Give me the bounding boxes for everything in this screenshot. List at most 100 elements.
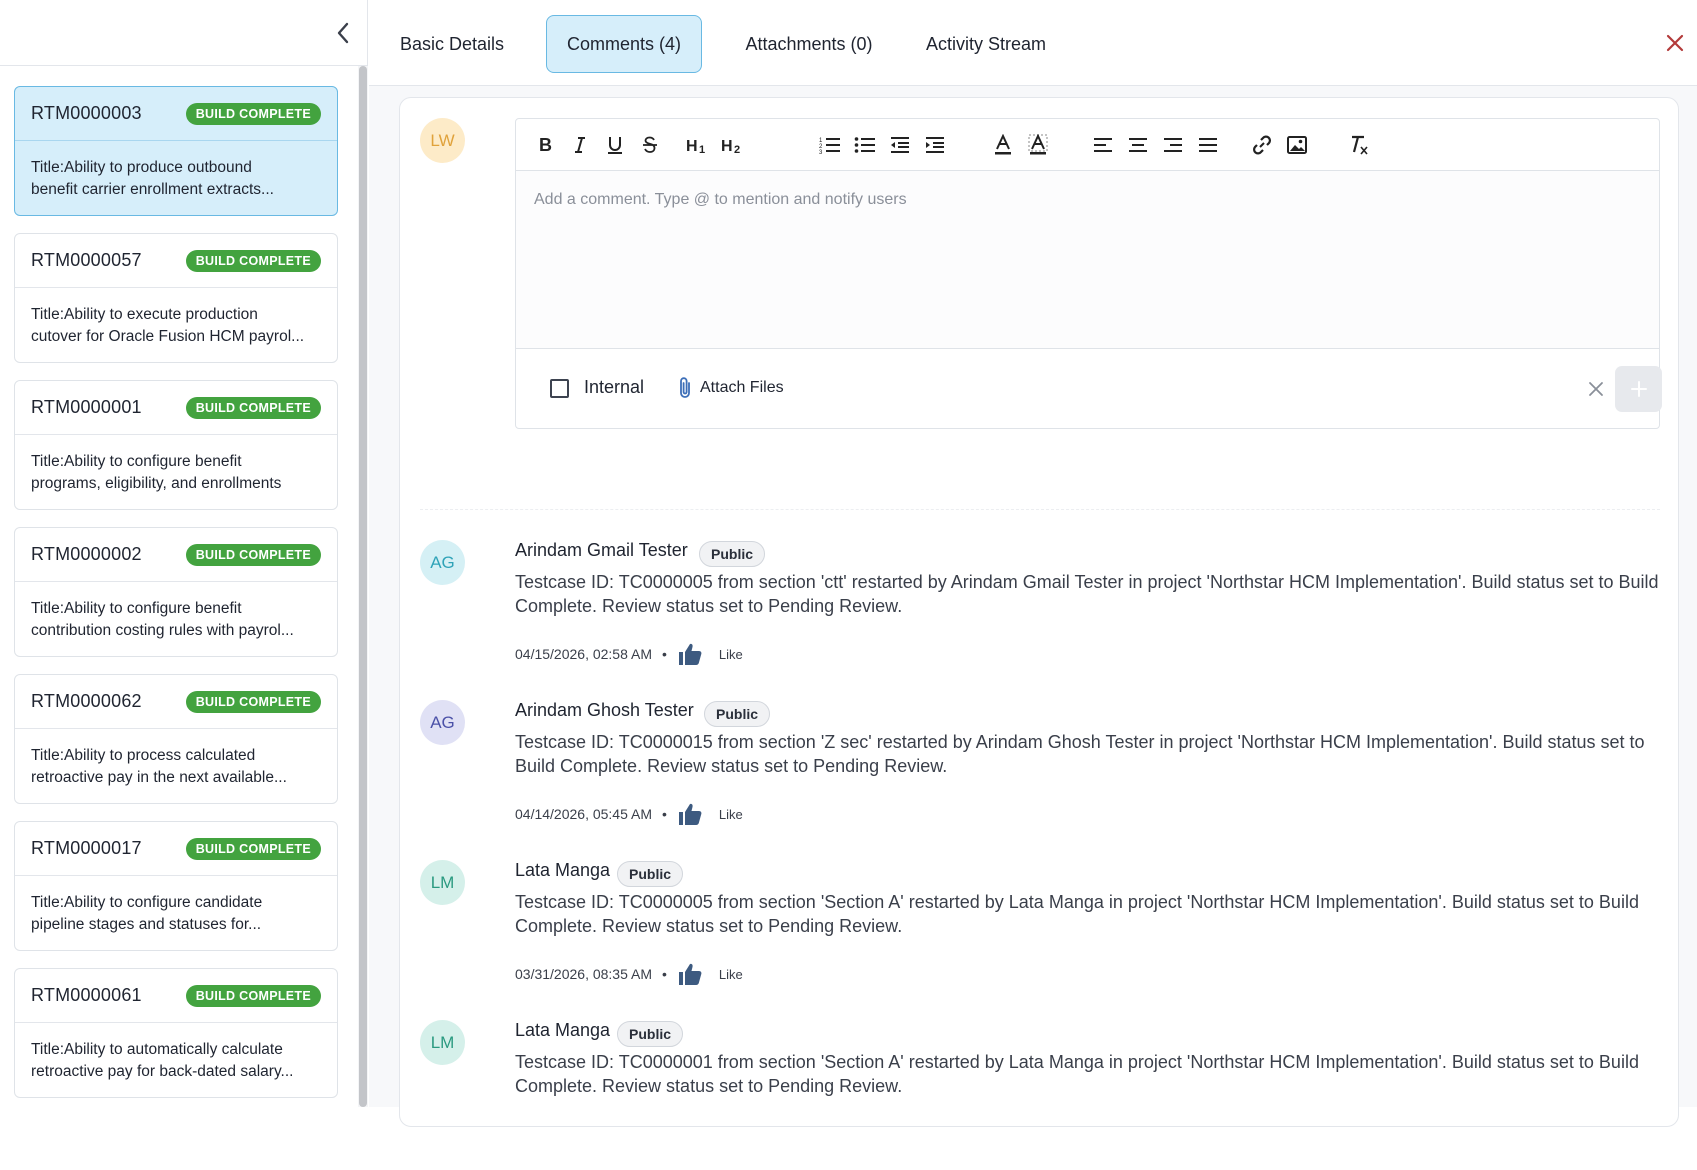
list-scrollbar-thumb[interactable]	[359, 66, 367, 1107]
avatar: AG	[420, 700, 465, 745]
card-title-line: Title:Ability to produce outbound	[31, 159, 252, 176]
bullet-list-button[interactable]	[852, 132, 878, 158]
visibility-badge: Public	[617, 861, 684, 887]
underline-button[interactable]	[602, 132, 628, 158]
status-badge: BUILD COMPLETE	[185, 690, 321, 713]
thumbs-up-icon[interactable]	[677, 962, 703, 986]
comment-item: AG Arindam Ghosh Tester Public Testcase …	[400, 700, 1680, 850]
heading2-icon: H2	[721, 138, 740, 155]
status-badge: BUILD COMPLETE	[185, 837, 321, 860]
card-header: RTM0000003 BUILD COMPLETE	[15, 87, 337, 141]
comment-item: LM Lata Manga Public Testcase ID: TC0000…	[400, 1020, 1680, 1170]
requirement-card[interactable]: RTM0000057 BUILD COMPLETE Title:Ability …	[14, 233, 338, 363]
card-title: Title:Ability to configure candidate pip…	[15, 876, 337, 936]
card-title-line: retroactive pay in the next available...	[31, 769, 287, 786]
discard-comment-button[interactable]	[1585, 378, 1607, 400]
requirement-card-list: RTM0000003 BUILD COMPLETE Title:Ability …	[0, 66, 356, 1107]
requirement-card[interactable]: RTM0000017 BUILD COMPLETE Title:Ability …	[14, 821, 338, 951]
like-button[interactable]: Like	[719, 807, 743, 822]
bold-button[interactable]: B	[532, 132, 558, 158]
close-panel-button[interactable]	[1661, 29, 1689, 57]
requirement-id: RTM0000061	[31, 985, 142, 1005]
tab-comments[interactable]: Comments (4)	[546, 15, 702, 73]
separator-dot: •	[662, 646, 667, 662]
collapse-panel-button[interactable]	[330, 20, 356, 46]
bold-icon: B	[539, 135, 552, 155]
svg-text:H: H	[721, 138, 733, 155]
strikethrough-button[interactable]	[637, 132, 663, 158]
comment-author: Lata Manga	[515, 860, 611, 880]
comment-text: Testcase ID: TC0000015 from section 'Z s…	[515, 732, 1645, 776]
clear-formatting-icon	[1352, 135, 1368, 155]
comment-item: LM Lata Manga Public Testcase ID: TC0000…	[400, 860, 1680, 1010]
italic-button[interactable]	[567, 132, 593, 158]
requirement-card[interactable]: RTM0000062 BUILD COMPLETE Title:Ability …	[14, 674, 338, 804]
heading1-icon: H1	[686, 138, 705, 155]
card-title: Title:Ability to process calculated retr…	[15, 729, 337, 789]
highlight-color-button[interactable]	[1025, 132, 1051, 158]
bullet-list-icon	[854, 137, 875, 153]
card-title-line: pipeline stages and statuses for...	[31, 916, 262, 933]
tab-basic-details[interactable]: Basic Details	[389, 15, 515, 73]
outdent-icon	[891, 137, 909, 153]
requirement-card[interactable]: RTM0000002 BUILD COMPLETE Title:Ability …	[14, 527, 338, 657]
comment-text: Testcase ID: TC0000005 from section 'ctt…	[515, 572, 1659, 616]
card-header: RTM0000001 BUILD COMPLETE	[15, 381, 337, 435]
svg-text:1: 1	[699, 144, 705, 155]
attach-files-button[interactable]: Attach Files	[700, 379, 784, 397]
status-badge: BUILD COMPLETE	[185, 984, 321, 1007]
like-button[interactable]: Like	[719, 967, 743, 982]
comment-item: AG Arindam Gmail Tester Public Testcase …	[400, 540, 1680, 690]
tab-activity-stream[interactable]: Activity Stream	[916, 15, 1056, 73]
comment-timestamp: 03/31/2026, 08:35 AM	[515, 966, 652, 982]
comment-text: Testcase ID: TC0000005 from section 'Sec…	[515, 892, 1639, 936]
like-button[interactable]: Like	[719, 647, 743, 662]
card-header: RTM0000062 BUILD COMPLETE	[15, 675, 337, 729]
card-header: RTM0000061 BUILD COMPLETE	[15, 969, 337, 1023]
thumbs-up-icon[interactable]	[677, 802, 703, 826]
comment-editor: B H1 H2 123 Add a comment. Type @ to men…	[515, 118, 1662, 429]
requirement-card[interactable]: RTM0000001 BUILD COMPLETE Title:Ability …	[14, 380, 338, 510]
card-title-line: Title:Ability to process calculated	[31, 747, 256, 764]
card-title-line: contribution costing rules with payrol..…	[31, 622, 294, 639]
outdent-button[interactable]	[887, 132, 913, 158]
comment-author: Arindam Gmail Tester	[515, 540, 688, 560]
paperclip-icon[interactable]	[676, 376, 696, 400]
avatar: AG	[420, 540, 465, 585]
align-right-button[interactable]	[1160, 132, 1186, 158]
requirement-card[interactable]: RTM0000061 BUILD COMPLETE Title:Ability …	[14, 968, 338, 1098]
heading1-button[interactable]: H1	[684, 132, 714, 158]
requirement-card[interactable]: RTM0000003 BUILD COMPLETE Title:Ability …	[14, 86, 338, 216]
thumbs-up-icon[interactable]	[677, 642, 703, 666]
comment-input[interactable]: Add a comment. Type @ to mention and not…	[516, 171, 1659, 349]
card-title: Title:Ability to execute production cuto…	[15, 288, 337, 348]
align-justify-button[interactable]	[1195, 132, 1221, 158]
heading2-button[interactable]: H2	[719, 132, 749, 158]
card-title-line: benefit carrier enrollment extracts...	[31, 181, 274, 198]
insert-link-button[interactable]	[1249, 132, 1275, 158]
status-badge: BUILD COMPLETE	[185, 543, 321, 566]
insert-image-button[interactable]	[1284, 132, 1310, 158]
detail-tabs: Basic Details Comments (4) Attachments (…	[369, 0, 1697, 86]
text-color-button[interactable]	[990, 132, 1016, 158]
card-title-line: Title:Ability to configure candidate	[31, 894, 263, 911]
align-left-button[interactable]	[1090, 132, 1116, 158]
comments-card: LW B H1 H2 1 2 3 Add a comment. Type @ t…	[399, 97, 1679, 1127]
visibility-badge: Public	[704, 701, 771, 727]
strikethrough-icon	[643, 136, 657, 153]
separator-dot: •	[662, 966, 667, 982]
clear-formatting-button[interactable]	[1346, 132, 1372, 158]
align-center-button[interactable]	[1125, 132, 1151, 158]
requirement-id: RTM0000062	[31, 691, 142, 711]
indent-button[interactable]	[922, 132, 948, 158]
align-right-icon	[1164, 138, 1182, 152]
requirement-id: RTM0000003	[31, 103, 142, 123]
card-title: Title:Ability to configure benefit contr…	[15, 582, 337, 642]
ordered-list-button[interactable]: 123	[817, 132, 843, 158]
status-badge: BUILD COMPLETE	[185, 396, 321, 419]
submit-comment-button[interactable]	[1615, 366, 1662, 412]
card-header: RTM0000002 BUILD COMPLETE	[15, 528, 337, 582]
tab-attachments[interactable]: Attachments (0)	[734, 15, 884, 73]
internal-checkbox[interactable]	[550, 379, 569, 398]
avatar: LW	[420, 118, 465, 163]
